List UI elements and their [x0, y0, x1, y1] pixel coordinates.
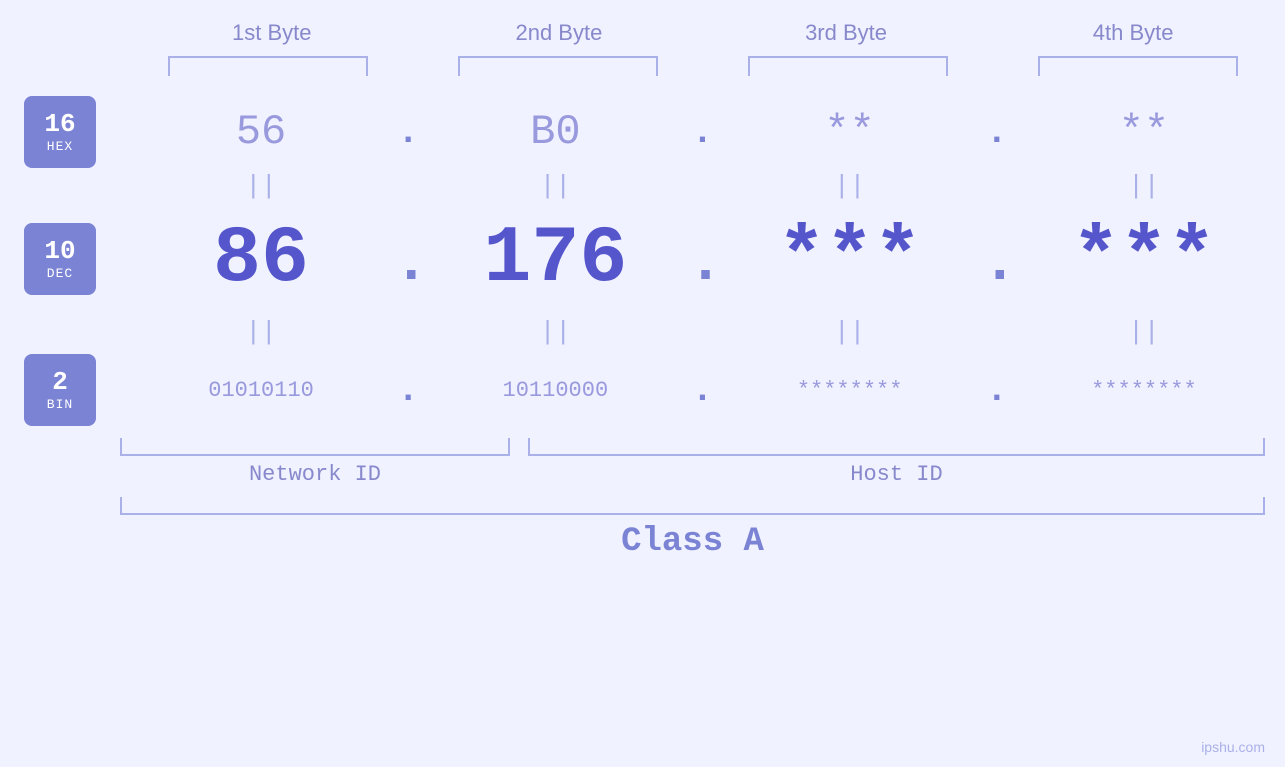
hex-byte4: ** — [1034, 108, 1254, 156]
dot-dec-1: . — [393, 230, 423, 298]
hex-badge-label: HEX — [47, 139, 73, 154]
bin-badge-label: BIN — [47, 397, 73, 412]
dot-dec-2: . — [687, 230, 717, 298]
network-id-bracket — [120, 438, 510, 456]
top-brackets — [153, 56, 1253, 76]
host-id-label: Host ID — [850, 462, 942, 487]
class-label: Class A — [621, 523, 764, 561]
bin-badge: 2 BIN — [24, 354, 96, 426]
dec-byte2: 176 — [445, 214, 665, 305]
host-id-bracket — [528, 438, 1265, 456]
dot-dec-3: . — [982, 230, 1012, 298]
bracket-byte3 — [748, 56, 948, 76]
eq-hex-2: || — [445, 171, 665, 201]
dot-bin-1: . — [393, 370, 423, 411]
dot-hex-2: . — [687, 112, 717, 153]
dec-byte4: *** — [1034, 214, 1254, 305]
bracket-byte4 — [1038, 56, 1238, 76]
eq-hex-1: || — [151, 171, 371, 201]
watermark: ipshu.com — [1201, 739, 1265, 755]
eq-dec-3: || — [740, 317, 960, 347]
hex-byte1: 56 — [151, 108, 371, 156]
dot-bin-3: . — [982, 370, 1012, 411]
dec-badge: 10 DEC — [24, 223, 96, 295]
bracket-byte1 — [168, 56, 368, 76]
hex-badge: 16 HEX — [24, 96, 96, 168]
bracket-byte2 — [458, 56, 658, 76]
eq-dec-4: || — [1034, 317, 1254, 347]
bin-byte3: ******** — [740, 378, 960, 403]
byte1-header: 1st Byte — [162, 20, 382, 46]
bin-badge-num: 2 — [52, 368, 68, 397]
dot-hex-1: . — [393, 112, 423, 153]
byte3-header: 3rd Byte — [736, 20, 956, 46]
dec-badge-label: DEC — [47, 266, 73, 281]
dot-bin-2: . — [687, 370, 717, 411]
eq-hex-4: || — [1034, 171, 1254, 201]
eq-dec-1: || — [151, 317, 371, 347]
byte2-header: 2nd Byte — [449, 20, 669, 46]
full-bottom-bracket — [120, 497, 1265, 515]
dot-hex-3: . — [982, 112, 1012, 153]
bin-byte4: ******** — [1034, 378, 1254, 403]
byte-headers: 1st Byte 2nd Byte 3rd Byte 4th Byte — [153, 20, 1253, 46]
bin-byte1: 01010110 — [151, 378, 371, 403]
network-id-label: Network ID — [249, 462, 381, 487]
eq-dec-2: || — [445, 317, 665, 347]
byte4-header: 4th Byte — [1023, 20, 1243, 46]
main-container: 1st Byte 2nd Byte 3rd Byte 4th Byte 16 H… — [0, 0, 1285, 767]
bin-byte2: 10110000 — [445, 378, 665, 403]
hex-badge-num: 16 — [44, 110, 75, 139]
hex-byte2: B0 — [445, 108, 665, 156]
eq-hex-3: || — [740, 171, 960, 201]
dec-byte3: *** — [740, 214, 960, 305]
dec-badge-num: 10 — [44, 237, 75, 266]
dec-byte1: 86 — [151, 214, 371, 305]
hex-byte3: ** — [740, 108, 960, 156]
